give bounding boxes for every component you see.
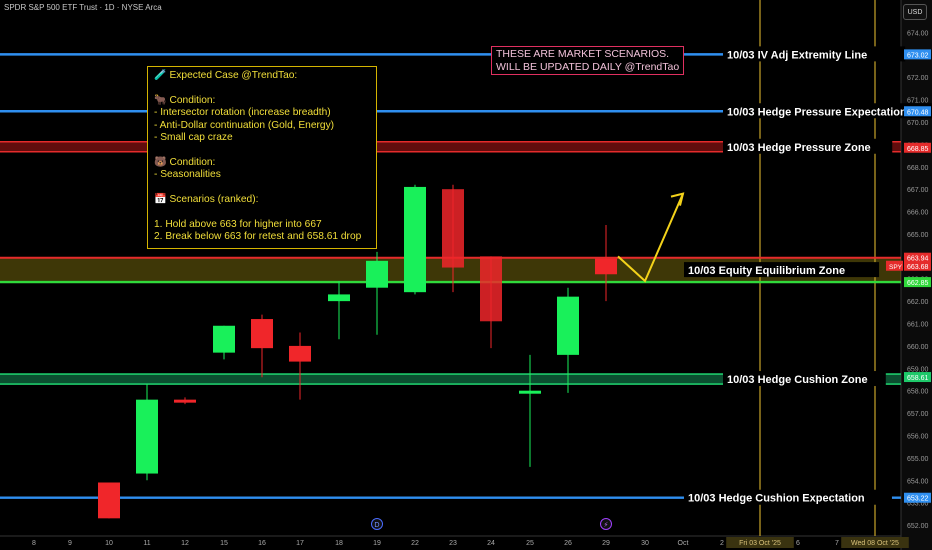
x-tick-5: 12 (181, 540, 189, 547)
y-tick-671: 671.00 (907, 98, 929, 105)
y-tick-657: 657.00 (907, 411, 929, 418)
price-tag-3: 668.85 (907, 146, 929, 153)
y-tick-656: 656.00 (907, 433, 929, 440)
market-scenarios-note: THESE ARE MARKET SCENARIOS. WILL BE UPDA… (491, 46, 685, 76)
x-tick-14: 25 (526, 540, 534, 547)
chart-header-title: SPDR S&P 500 ETF Trust · 1D · NYSE Arca (4, 3, 162, 12)
x-tick-12: 23 (449, 540, 457, 547)
candle-body-15 (213, 325, 235, 353)
x-tick-16: 29 (602, 540, 610, 547)
x-tick-4: 11 (143, 540, 150, 547)
x-tick-10: 19 (373, 540, 381, 547)
candle-body-19 (366, 260, 388, 288)
price-axis-panel (901, 0, 932, 550)
level-label-6: 10/03 Hedge Cushion Expectation (688, 493, 865, 505)
x-tick-9: 18 (335, 540, 343, 547)
x-tick-11: 22 (411, 540, 419, 547)
candle-body-16 (251, 319, 273, 349)
candle-body-24 (480, 256, 502, 322)
y-tick-662: 662.00 (907, 299, 929, 306)
candle-body-17 (289, 345, 311, 362)
expected-case-note: 🧪 Expected Case @TrendTao: 🐂 Condition: … (147, 66, 377, 249)
price-badge-2: 663.68 (907, 264, 929, 271)
symbol-tag: SPY (889, 264, 903, 271)
x-tick-23: Wed 08 Oct '25 (851, 540, 899, 547)
candle-body-25 (519, 390, 541, 394)
level-label-2: 10/03 Hedge Pressure Expectation (727, 106, 907, 118)
y-tick-670: 670.00 (907, 120, 929, 127)
x-tick-6: 15 (220, 540, 228, 547)
y-tick-668: 668.00 (907, 165, 929, 172)
candle-body-11 (136, 399, 158, 474)
x-tick-18: Oct (678, 540, 689, 547)
y-tick-661: 661.00 (907, 322, 929, 329)
event-icon-glyph-2: ⚡ (604, 521, 609, 529)
y-tick-654: 654.00 (907, 478, 929, 485)
x-tick-13: 24 (487, 540, 495, 547)
level-label-5: 10/03 Hedge Cushion Zone (727, 374, 868, 386)
price-tag-2: 670.48 (907, 109, 929, 116)
y-tick-658: 658.00 (907, 389, 929, 396)
price-chart[interactable]: 10/03 IV Adj Extremity Line 10/03 Hedge P… (0, 0, 932, 550)
candle-body-22 (404, 186, 426, 293)
candle-body-10 (98, 482, 120, 519)
price-tag-6: 653.22 (907, 496, 929, 503)
x-tick-20: Fri 03 Oct '25 (739, 540, 781, 547)
candle-body-23 (442, 189, 464, 268)
level-label-4: 10/03 Equity Equilibrium Zone (688, 265, 845, 277)
price-tag-1: 673.02 (907, 52, 929, 59)
x-tick-1: 8 (32, 540, 36, 547)
candle-body-12 (174, 399, 196, 403)
x-tick-8: 17 (296, 540, 304, 547)
y-tick-660: 660.00 (907, 344, 929, 351)
y-tick-672: 672.00 (907, 75, 929, 82)
candle-body-18 (328, 294, 350, 302)
x-tick-7: 16 (258, 540, 266, 547)
price-tag-5: 658.61 (907, 375, 929, 382)
y-tick-652: 652.00 (907, 523, 929, 530)
price-tag-4: 662.85 (907, 280, 929, 287)
candle-body-26 (557, 296, 579, 355)
y-tick-665: 665.00 (907, 232, 929, 239)
level-label-3: 10/03 Hedge Pressure Zone (727, 142, 871, 154)
y-tick-674: 674.00 (907, 30, 929, 37)
y-tick-667: 667.00 (907, 187, 929, 194)
event-icon-glyph-1: D (374, 521, 379, 529)
currency-button[interactable]: USD (903, 4, 927, 20)
level-label-1: 10/03 IV Adj Extremity Line (727, 49, 867, 61)
y-tick-655: 655.00 (907, 456, 929, 463)
x-tick-15: 26 (564, 540, 572, 547)
x-tick-22: 7 (835, 540, 839, 547)
y-tick-666: 666.00 (907, 210, 929, 217)
x-tick-3: 10 (105, 540, 113, 547)
x-tick-17: 30 (641, 540, 649, 547)
x-tick-2: 9 (68, 540, 72, 547)
x-tick-21: 6 (796, 540, 800, 547)
x-tick-19: 2 (720, 540, 724, 547)
candle-body-29 (595, 258, 617, 275)
